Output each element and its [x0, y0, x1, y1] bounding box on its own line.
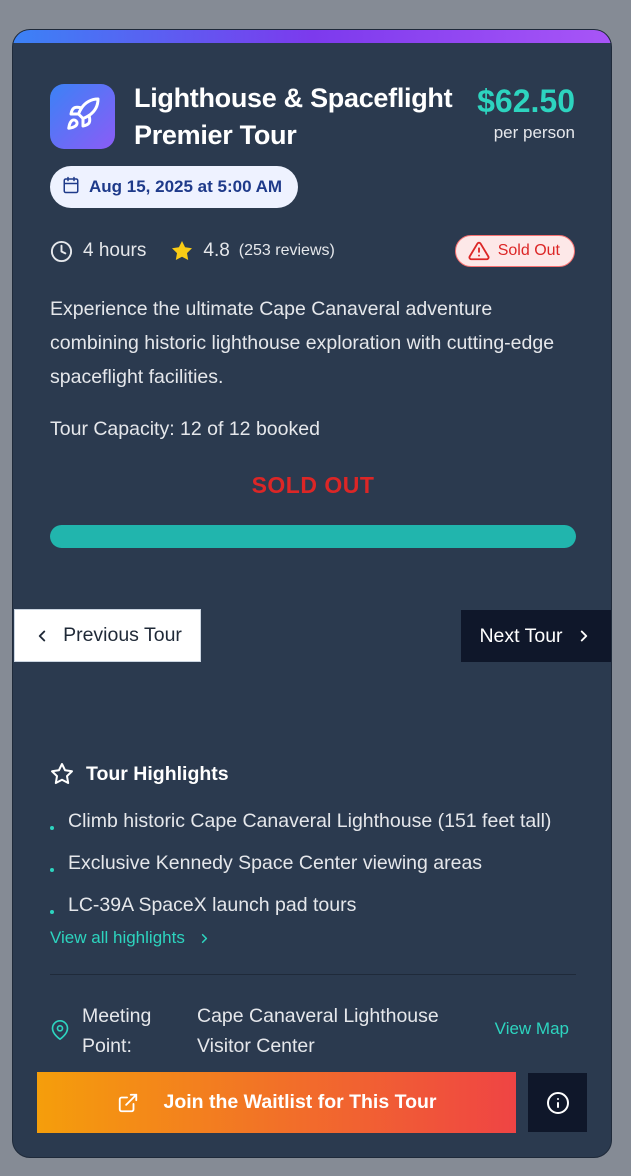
star-icon [170, 239, 194, 263]
divider [50, 974, 576, 975]
next-tour-button[interactable]: Next Tour [461, 610, 611, 662]
join-waitlist-label: Join the Waitlist for This Tour [163, 1091, 437, 1113]
list-item: LC-39A SpaceX launch pad tours [50, 884, 590, 926]
bullet-dot [50, 868, 54, 872]
highlights-heading: Tour Highlights [50, 762, 229, 786]
tour-rating: 4.8 [203, 240, 230, 261]
date-pill: Aug 15, 2025 at 5:00 AM [50, 166, 299, 208]
star-outline-icon [50, 762, 74, 786]
tour-price: $62.50 [477, 83, 575, 119]
chevron-left-icon [33, 627, 51, 645]
chevron-right-icon [575, 627, 593, 645]
tour-card: Lighthouse & Spaceflight Premier Tour $6… [12, 29, 612, 1158]
highlight-text: Exclusive Kennedy Space Center viewing a… [68, 851, 483, 874]
clock-icon [50, 240, 73, 263]
price-unit: per person [493, 123, 575, 142]
bullet-dot [50, 910, 54, 914]
external-link-icon [117, 1092, 139, 1114]
calendar-icon [62, 176, 80, 199]
status-badge: Sold Out [454, 235, 575, 267]
capacity-progress-fill [50, 525, 576, 548]
map-pin-icon [50, 1020, 70, 1045]
next-tour-label: Next Tour [479, 624, 563, 647]
meeting-point-label: Meeting Point: [82, 1005, 152, 1057]
info-button[interactable] [528, 1073, 587, 1132]
meeting-point-value: Cape Canaveral Lighthouse Visitor Center [197, 1005, 439, 1057]
tour-logo [50, 84, 115, 149]
capacity-progress-bar [50, 525, 576, 548]
previous-tour-label: Previous Tour [63, 624, 182, 646]
info-icon [546, 1091, 570, 1115]
tour-duration: 4 hours [83, 240, 147, 261]
view-all-label: View all highlights [50, 928, 185, 947]
sold-out-label: SOLD OUT [251, 472, 375, 498]
warning-icon [468, 240, 490, 262]
tour-date: Aug 15, 2025 at 5:00 AM [89, 177, 283, 196]
list-item: Climb historic Cape Canaveral Lighthouse… [50, 800, 590, 842]
accent-bar [13, 30, 611, 43]
tour-description: Experience the ultimate Cape Canaveral a… [50, 298, 555, 388]
join-waitlist-button[interactable]: Join the Waitlist for This Tour [37, 1072, 516, 1133]
status-badge-label: Sold Out [497, 242, 560, 259]
previous-tour-button[interactable]: Previous Tour [14, 609, 201, 662]
view-all-highlights-link[interactable]: View all highlights [50, 928, 212, 948]
highlights-title: Tour Highlights [86, 762, 229, 785]
review-count[interactable]: (253 reviews) [239, 242, 335, 260]
rocket-icon [65, 96, 101, 137]
highlight-text: LC-39A SpaceX launch pad tours [68, 893, 357, 916]
list-item: Exclusive Kennedy Space Center viewing a… [50, 842, 590, 884]
highlights-list: Climb historic Cape Canaveral Lighthouse… [50, 800, 590, 926]
tour-meta: 4 hours 4.8 (253 reviews) [50, 236, 335, 266]
highlight-text: Climb historic Cape Canaveral Lighthouse… [68, 809, 552, 832]
chevron-right-icon [197, 931, 212, 946]
tour-title: Lighthouse & Spaceflight Premier Tour [134, 83, 453, 150]
view-map-link[interactable]: View Map [495, 1019, 569, 1039]
bullet-dot [50, 826, 54, 830]
capacity-text: Tour Capacity: 12 of 12 booked [50, 418, 320, 440]
